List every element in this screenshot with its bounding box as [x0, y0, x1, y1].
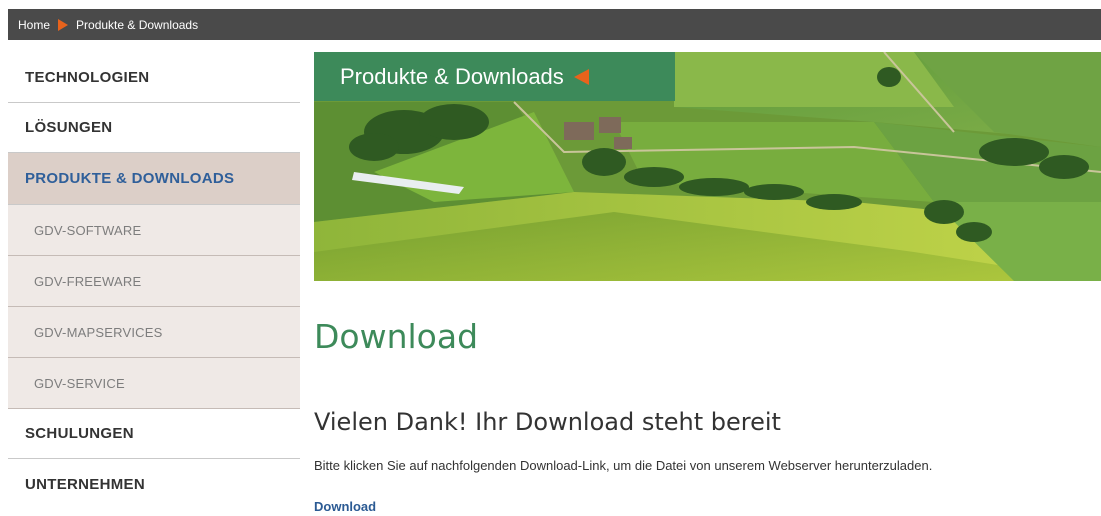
arrow-left-icon: [573, 68, 589, 85]
breadcrumb-current: Produkte & Downloads: [76, 17, 199, 32]
breadcrumb-separator-icon: [58, 18, 69, 31]
section-heading: Vielen Dank! Ihr Download steht bereit: [314, 408, 781, 436]
banner-title: Produkte & Downloads: [314, 52, 675, 101]
banner-title-text: Produkte & Downloads: [340, 63, 564, 89]
sidebar-subitem-gdv-service[interactable]: GDV-SERVICE: [8, 358, 300, 409]
sidebar-subitem-gdv-software[interactable]: GDV-SOFTWARE: [8, 205, 300, 256]
sidebar-item-loesungen[interactable]: LÖSUNGEN: [8, 103, 300, 153]
download-description: Bitte klicken Sie auf nachfolgenden Down…: [314, 458, 933, 473]
sidebar-item-schulungen[interactable]: SCHULUNGEN: [8, 409, 300, 459]
sidebar-subitem-gdv-mapservices[interactable]: GDV-MAPSERVICES: [8, 307, 300, 358]
sidebar-item-produkte-downloads[interactable]: PRODUKTE & DOWNLOADS: [8, 153, 300, 205]
sidebar-item-unternehmen[interactable]: UNTERNEHMEN: [8, 459, 300, 509]
sidebar-nav: TECHNOLOGIEN LÖSUNGEN PRODUKTE & DOWNLOA…: [8, 52, 300, 509]
download-link[interactable]: Download: [314, 499, 376, 514]
breadcrumb-home-link[interactable]: Home: [18, 18, 50, 32]
page-title: Download: [314, 317, 479, 356]
banner: Produkte & Downloads: [314, 52, 1101, 281]
breadcrumb: Home Produkte & Downloads: [8, 9, 1101, 40]
sidebar-subitem-gdv-freeware[interactable]: GDV-FREEWARE: [8, 256, 300, 307]
sidebar-item-technologien[interactable]: TECHNOLOGIEN: [8, 52, 300, 103]
